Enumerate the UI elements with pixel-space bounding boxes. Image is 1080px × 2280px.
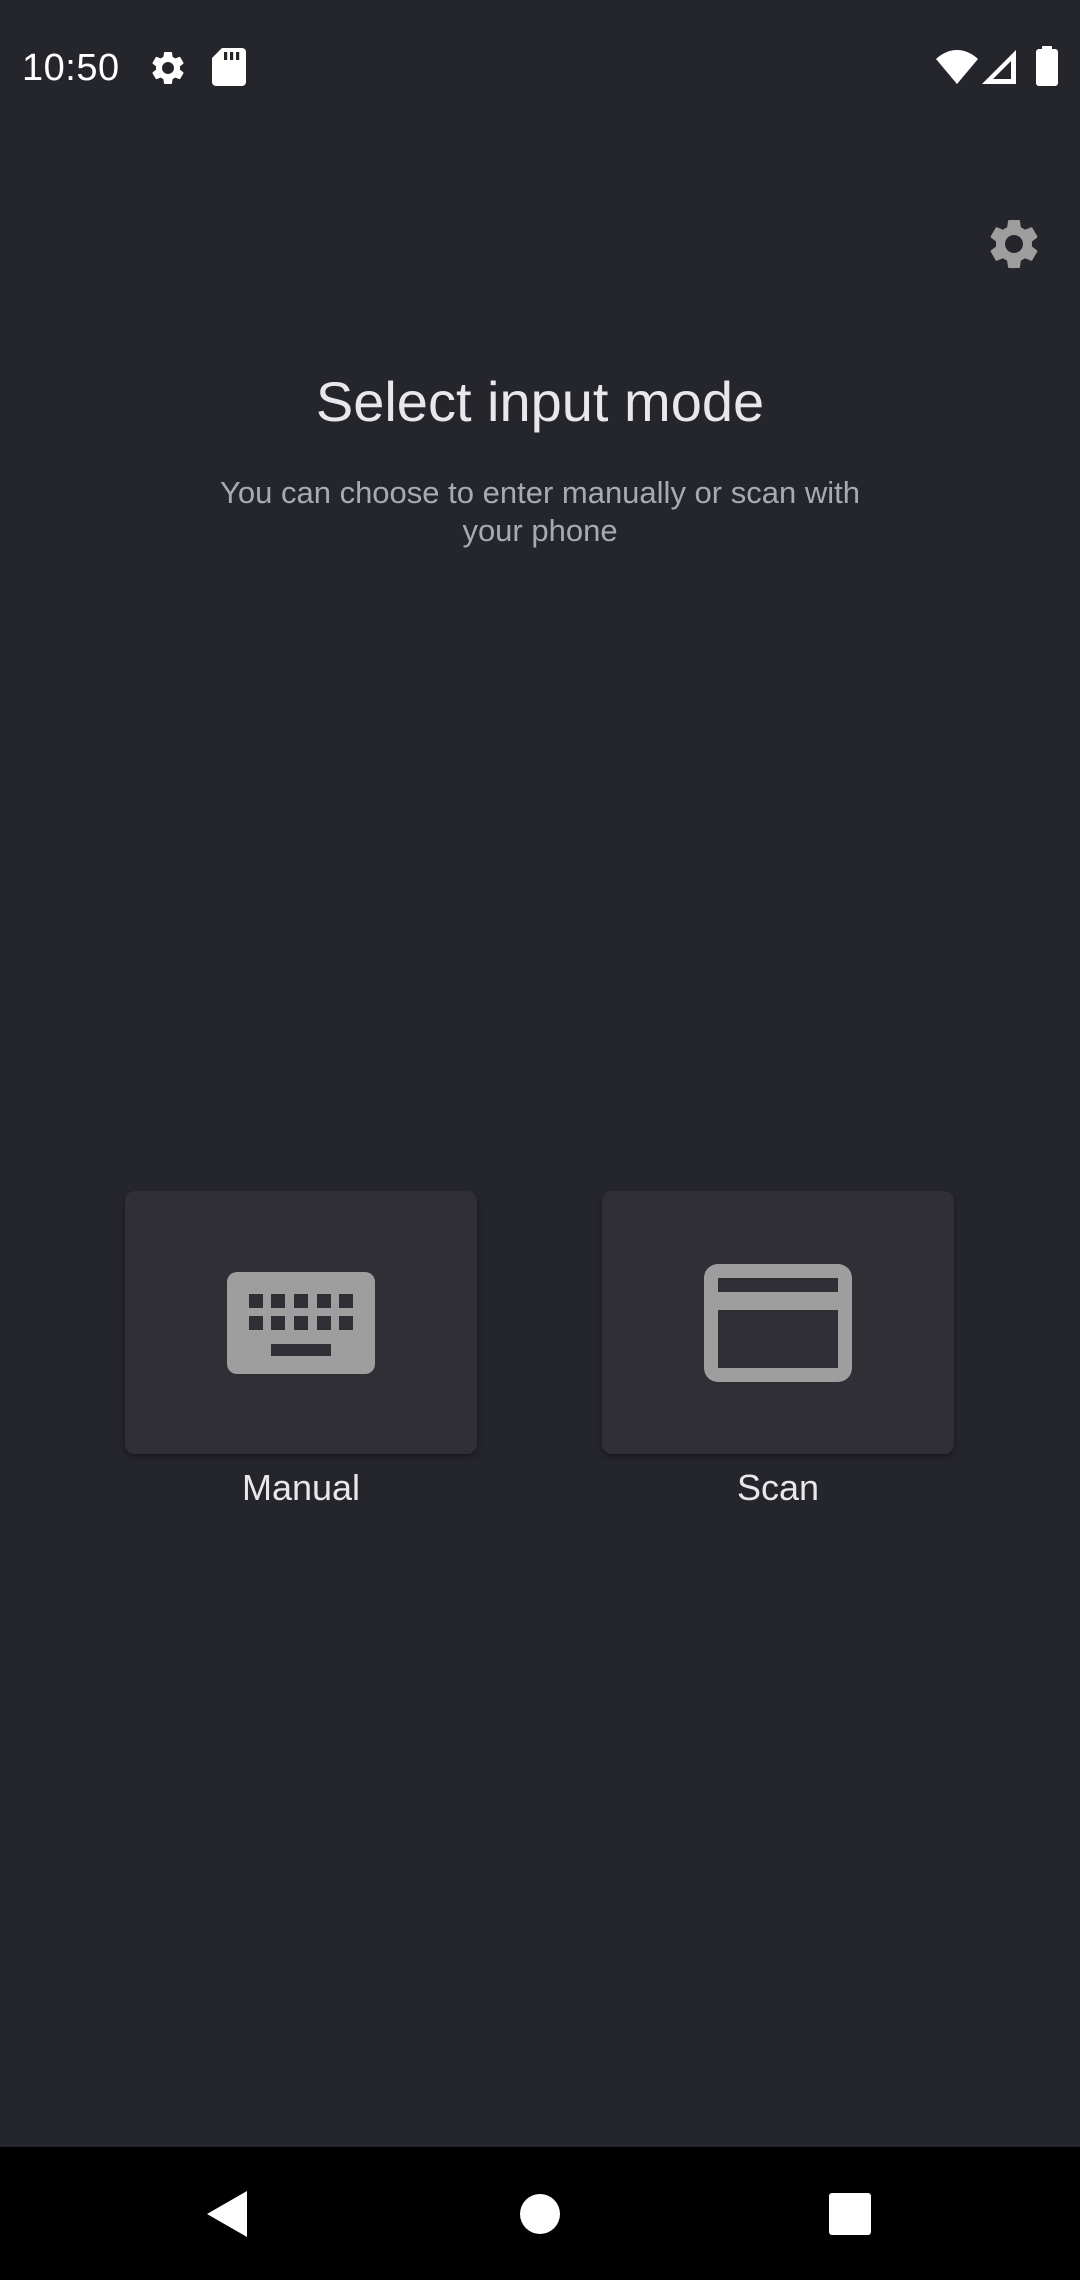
scan-mode-button[interactable] [602,1191,954,1454]
page-subtitle: You can choose to enter manually or scan… [220,475,860,548]
scan-mode-label: Scan [736,1467,820,1508]
back-icon [207,2190,247,2237]
card-icon [704,1263,852,1382]
home-icon [520,2193,560,2234]
gear-icon [990,220,1038,268]
navigation-bar [0,2147,1080,2280]
manual-mode-label: Manual [241,1467,361,1508]
battery-icon [1036,46,1058,86]
status-bar: 10:50 [0,0,1080,136]
nav-home-button[interactable] [470,2147,610,2280]
status-time: 10:50 [22,47,120,89]
wifi-icon [936,50,978,84]
sd-card-icon [212,48,246,86]
keyboard-icon [227,1271,375,1374]
manual-mode-button[interactable] [125,1191,477,1454]
nav-recents-button[interactable] [780,2147,920,2280]
app-screen: 10:50 Select input mode You can choose t… [0,0,1080,2280]
page-title: Select input mode [315,370,765,433]
recents-icon [829,2192,871,2235]
cell-signal-icon [982,50,1016,84]
settings-button[interactable] [970,200,1058,288]
nav-back-button[interactable] [157,2147,297,2280]
gear-icon [152,51,184,84]
